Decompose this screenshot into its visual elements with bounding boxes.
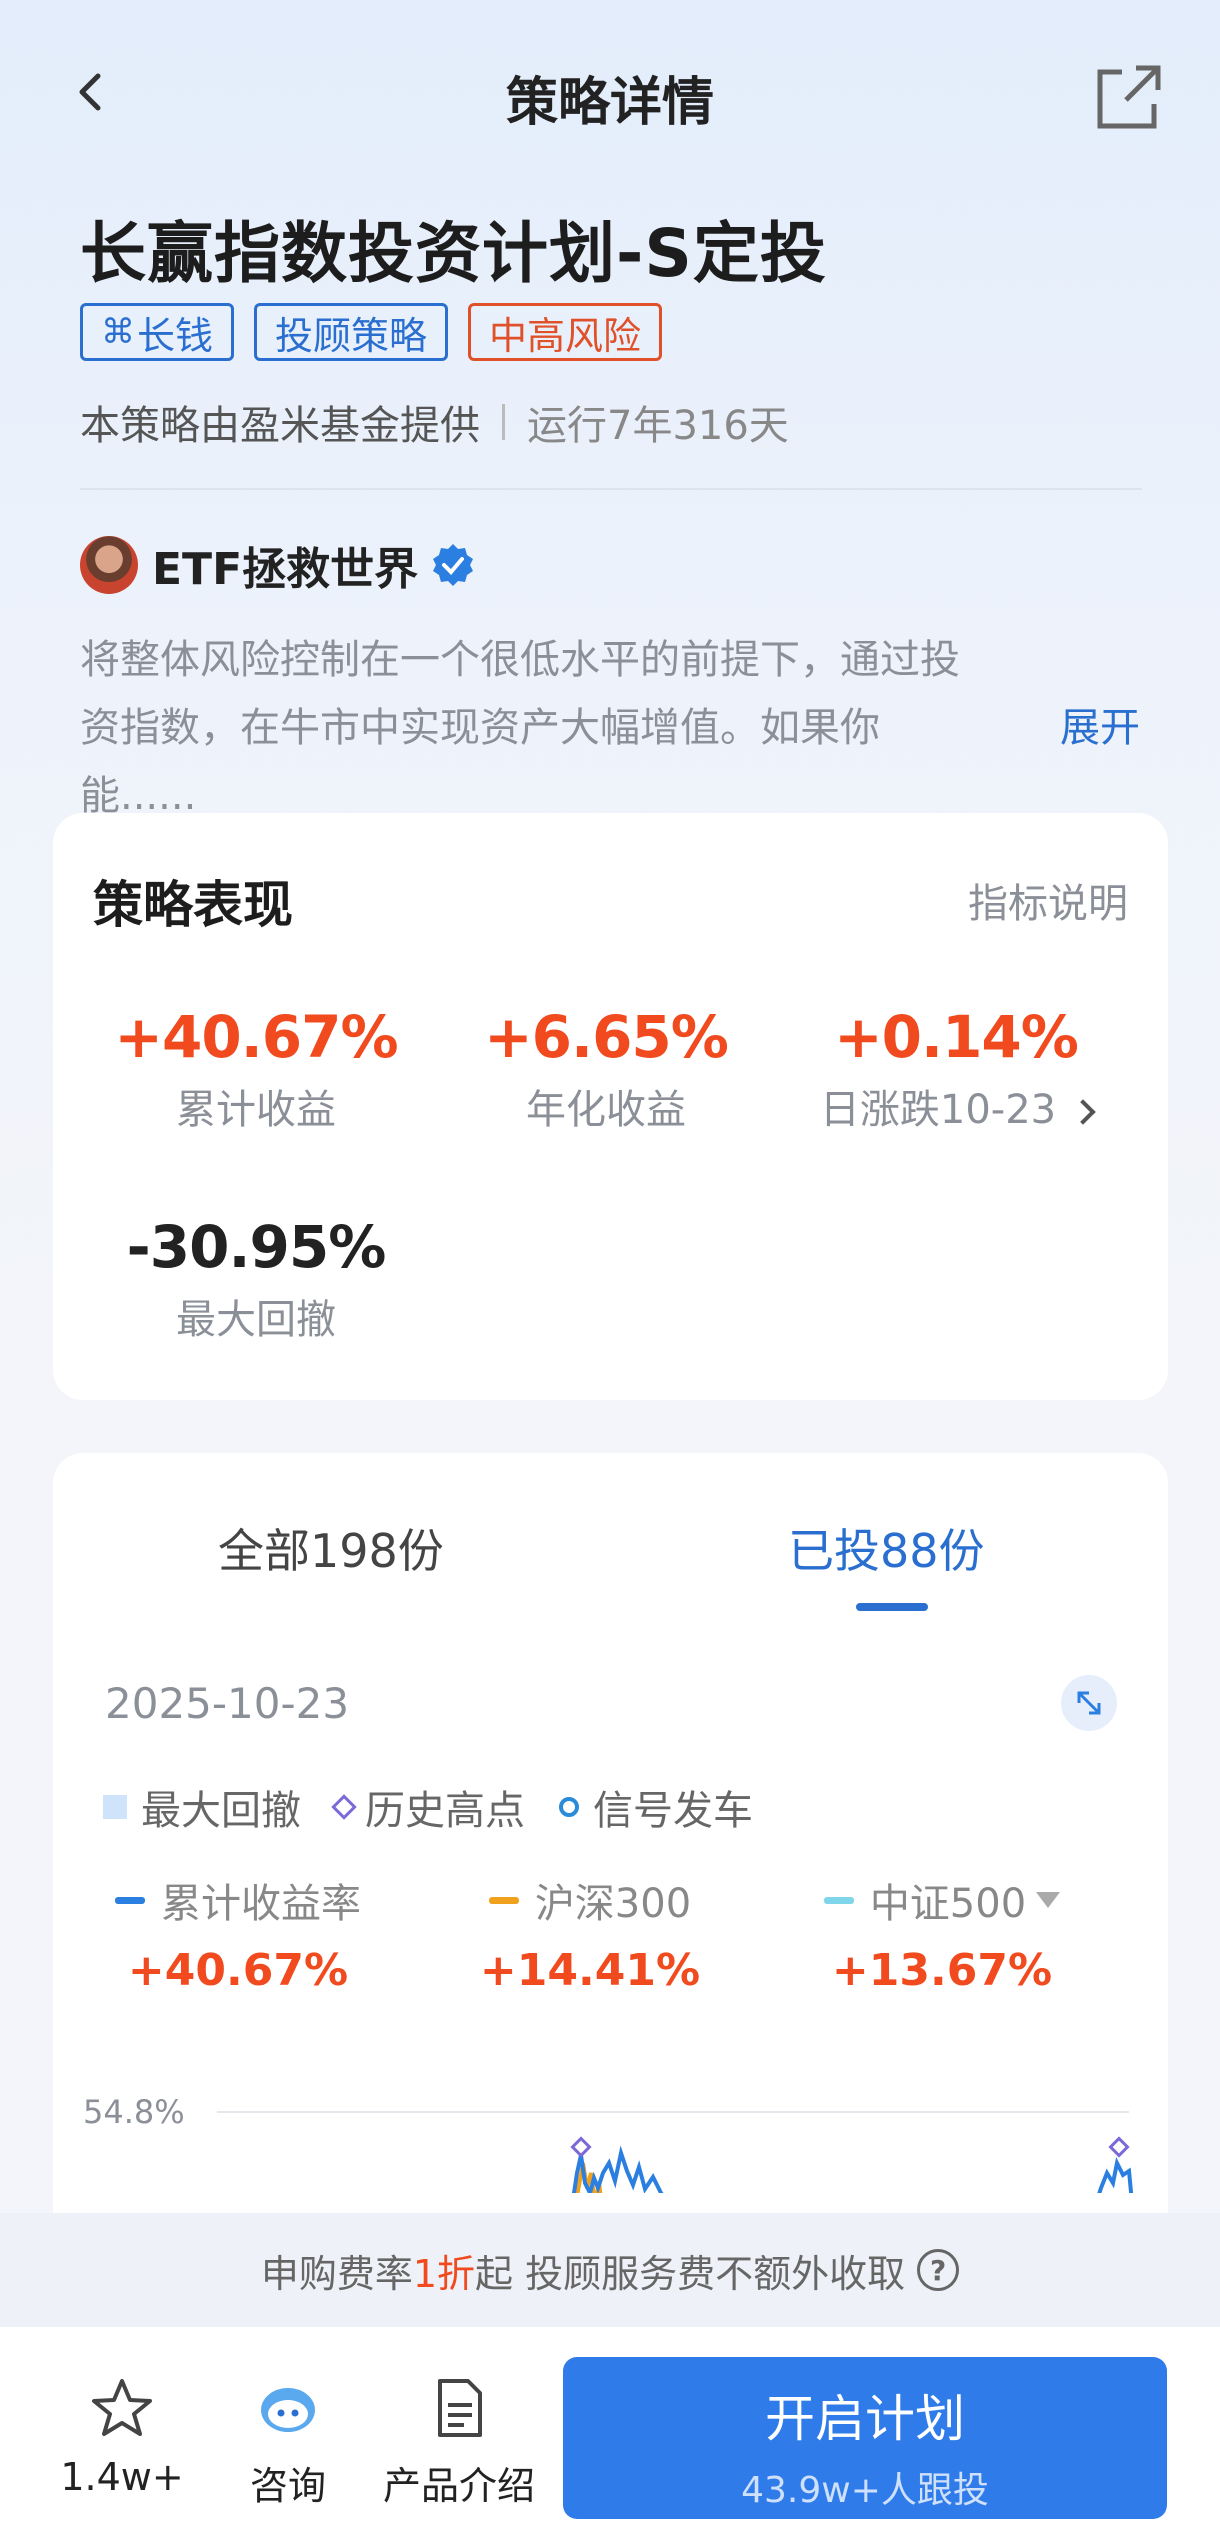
tag-advisory[interactable]: 投顾策略	[254, 303, 449, 361]
series-value: +40.67%	[127, 1945, 349, 1996]
series-cumulative[interactable]: 累计收益率 +40.67%	[53, 1871, 423, 1996]
line-swatch	[115, 1896, 145, 1904]
favorite-count: 1.4w+	[60, 2455, 184, 2499]
performance-title: 策略表现	[93, 876, 293, 934]
avatar	[80, 536, 138, 594]
fullscreen-icon[interactable]	[1061, 1675, 1117, 1731]
history-high-marker	[1108, 2136, 1130, 2158]
tag-risk[interactable]: 中高风险	[468, 303, 663, 361]
page-title: 策略详情	[505, 73, 714, 133]
consult-button[interactable]: 咨询	[198, 2377, 378, 2510]
tab-indicator	[856, 1603, 928, 1611]
share-icon[interactable]	[1096, 64, 1162, 130]
tab-invested[interactable]: 已投88份	[788, 1515, 985, 1581]
cta-subtitle: 43.9w+人跟投	[741, 2470, 989, 2511]
metric-label: 日涨跌10-23	[819, 1087, 1057, 1133]
chevron-right-icon	[1070, 1099, 1096, 1125]
series-name: 沪深300	[534, 1881, 692, 1927]
cloverleaf-icon: ⌘	[101, 312, 135, 352]
notice-suffix: 起 投顾服务费不额外收取	[475, 2251, 906, 2296]
help-icon[interactable]: ?	[917, 2249, 960, 2291]
metric-max-drawdown: -30.95% 最大回撤	[81, 1213, 431, 1345]
metric-value: +0.14%	[834, 1003, 1079, 1071]
metric-daily[interactable]: +0.14% 日涨跌10-23	[781, 1003, 1131, 1135]
history-high-marker	[570, 2136, 592, 2158]
dropdown-icon[interactable]	[1036, 1892, 1061, 1908]
product-intro-label: 产品介绍	[382, 2464, 535, 2508]
performance-card: 策略表现 指标说明 +40.67% 累计收益 +6.65% 年化收益 +0.14…	[53, 813, 1168, 1400]
tag-label: 长钱	[137, 313, 214, 358]
favorite-button[interactable]: 1.4w+	[32, 2377, 212, 2499]
series-cumulative-line-end	[1097, 2156, 1134, 2193]
verified-icon	[433, 544, 474, 586]
star-icon	[92, 2379, 152, 2436]
author-name: ETF拯救世界	[152, 544, 419, 595]
chart-date: 2025-10-23	[105, 1679, 350, 1728]
line-swatch	[488, 1896, 519, 1904]
series-name: 累计收益率	[161, 1881, 361, 1927]
running-duration: 运行7年316天	[527, 403, 789, 449]
metric-cumulative: +40.67% 累计收益	[81, 1003, 431, 1135]
legend-label: 历史高点	[365, 1788, 525, 1834]
metric-value: -30.95%	[126, 1213, 387, 1281]
product-intro-button[interactable]: 产品介绍	[364, 2377, 554, 2510]
notice-highlight: 1折	[412, 2251, 476, 2296]
metric-value: +6.65%	[484, 1003, 729, 1071]
strategy-description: 将整体风险控制在一个很低水平的前提下，通过投资指数，在牛市中实现资产大幅增值。如…	[80, 637, 960, 819]
start-plan-button[interactable]: 开启计划 43.9w+人跟投	[563, 2357, 1167, 2519]
fee-notice: 申购费率 1折起 投顾服务费不额外收取 ?	[0, 2213, 1220, 2327]
metrics-help-link[interactable]: 指标说明	[968, 871, 1128, 929]
series-value: +14.41%	[479, 1945, 701, 1996]
metric-value: +40.67%	[114, 1003, 398, 1071]
legend-label: 信号发车	[593, 1788, 753, 1834]
legend-label: 最大回撤	[141, 1788, 301, 1834]
circle-icon	[559, 1797, 579, 1817]
cta-label: 开启计划	[765, 2390, 965, 2448]
legend-max-drawdown: 最大回撤	[103, 1778, 301, 1836]
legend-history-high: 历史高点	[331, 1778, 525, 1836]
strategy-title: 长赢指数投资计划-S定投	[80, 215, 827, 292]
series-value: +13.67%	[831, 1945, 1053, 1996]
tab-all[interactable]: 全部198份	[218, 1515, 444, 1581]
document-icon	[438, 2379, 482, 2437]
metric-label: 年化收益	[526, 1087, 686, 1133]
metric-label: 最大回撤	[176, 1297, 336, 1343]
consult-label: 咨询	[249, 2464, 326, 2508]
tag-list: ⌘ 长钱 投顾策略 中高风险	[80, 303, 663, 361]
author-row[interactable]: ETF拯救世界	[80, 533, 476, 597]
provider-info: 本策略由盈米基金提供 运行7年316天	[80, 393, 789, 451]
metric-label: 累计收益	[176, 1087, 336, 1133]
provider-text: 本策略由盈米基金提供	[80, 403, 480, 449]
expand-link[interactable]: 展开	[1060, 695, 1140, 753]
returns-chart[interactable]	[53, 2093, 1168, 2193]
metric-annualized: +6.65% 年化收益	[431, 1003, 781, 1135]
separator	[502, 404, 505, 440]
bottom-bar: 1.4w+ 咨询 产品介绍 开启计划 43.9w+人跟投	[0, 2327, 1220, 2545]
robot-chat-icon	[261, 2388, 315, 2432]
notice-prefix: 申购费率	[260, 2251, 413, 2296]
tag-long-money[interactable]: ⌘ 长钱	[80, 303, 235, 361]
divider	[80, 488, 1142, 490]
series-zz500[interactable]: 中证500 +13.67%	[757, 1871, 1127, 1996]
series-hs300[interactable]: 沪深300 +14.41%	[405, 1871, 775, 1996]
legend-signal: 信号发车	[559, 1778, 753, 1836]
square-icon	[103, 1795, 127, 1819]
diamond-icon	[331, 1794, 357, 1820]
series-name: 中证500	[869, 1881, 1027, 1927]
line-swatch	[823, 1896, 854, 1904]
marker-legend: 最大回撤 历史高点 信号发车	[103, 1778, 753, 1836]
